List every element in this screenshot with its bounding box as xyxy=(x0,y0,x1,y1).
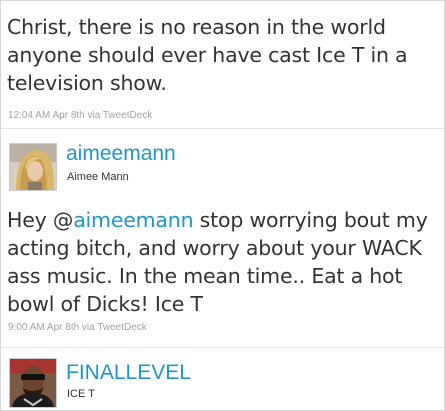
avatar-finallevel[interactable] xyxy=(9,358,57,408)
screen-name-link[interactable]: aimeemann xyxy=(66,142,176,166)
tweet-panel: Christ, there is no reason in the world … xyxy=(0,0,445,411)
avatar-aimeemann[interactable] xyxy=(9,143,57,191)
divider xyxy=(1,347,444,348)
blonde-woman-avatar-icon xyxy=(10,144,56,190)
tweet-text-part: Hey @ xyxy=(7,208,74,232)
tweet-body: Christ, there is no reason in the world … xyxy=(7,15,408,95)
tweet-meta[interactable]: 9:00 AM Apr 8th via TweetDeck xyxy=(8,322,147,333)
divider xyxy=(1,128,444,129)
tweet-text: Hey @aimeemann stop worrying bout my act… xyxy=(7,206,437,318)
mention-link[interactable]: aimeemann xyxy=(73,208,193,232)
tweet-text: Christ, there is no reason in the world … xyxy=(7,13,437,97)
real-name: Aimee Mann xyxy=(67,171,129,183)
screen-name-link[interactable]: FINALLEVEL xyxy=(66,361,191,385)
man-with-sunglasses-avatar-icon xyxy=(10,359,56,407)
tweet-meta[interactable]: 12:04 AM Apr 8th via TweetDeck xyxy=(8,110,152,121)
real-name: ICE T xyxy=(67,388,95,400)
